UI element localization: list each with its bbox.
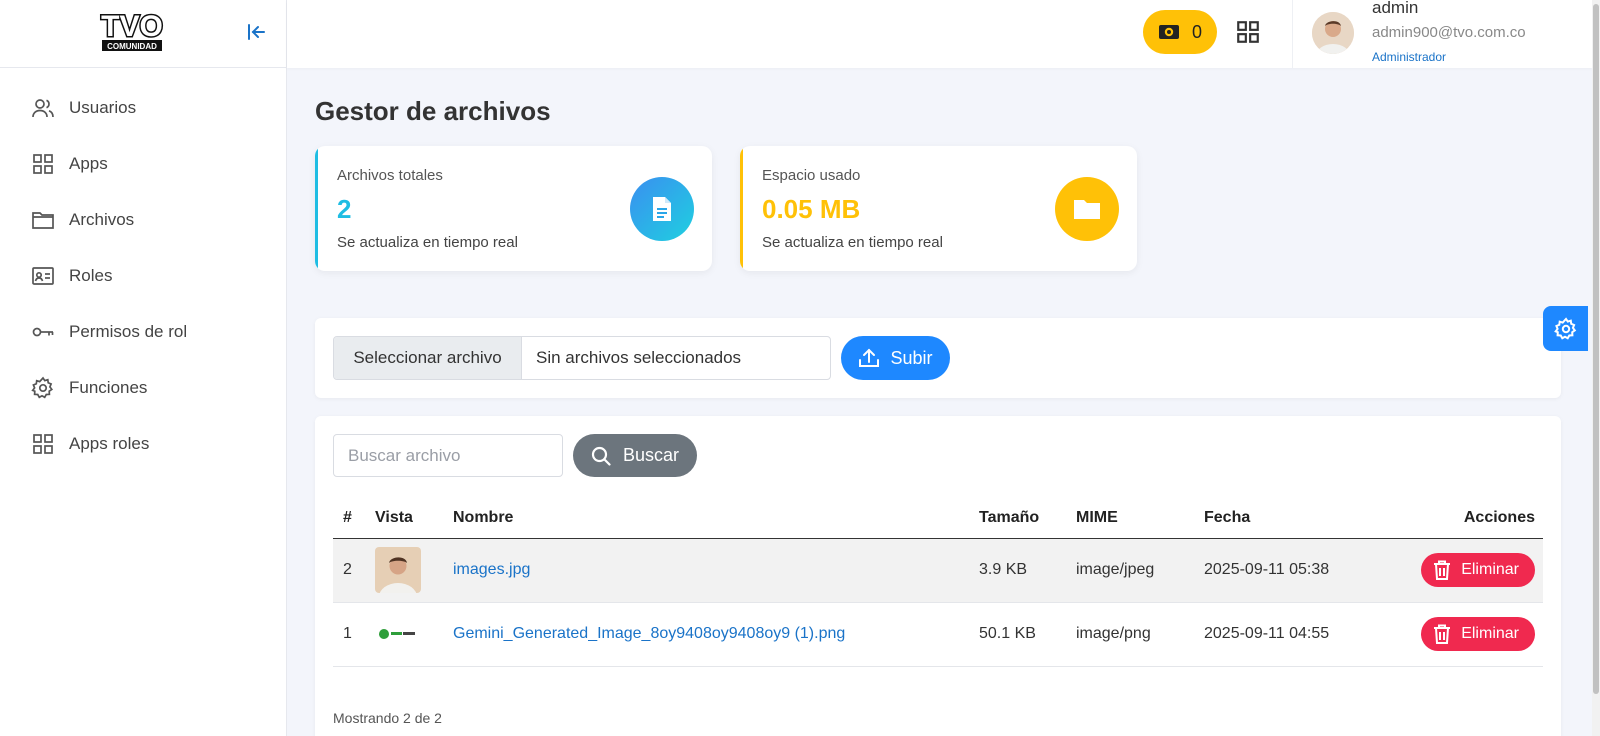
topbar-divider	[1292, 0, 1293, 68]
svg-text:TVO: TVO	[101, 10, 163, 43]
document-icon	[630, 177, 694, 241]
table-row: 2 images.jpg 3.9 KB image/jpeg 2025-09-1…	[333, 538, 1543, 603]
stat-subtext: Se actualiza en tiempo real	[762, 234, 943, 251]
row-num: 2	[333, 538, 375, 603]
upload-button[interactable]: Subir	[841, 336, 950, 380]
key-icon	[31, 320, 55, 344]
sidebar: TVO COMUNIDAD Usuarios Apps Archivos Rol…	[0, 0, 287, 736]
sidebar-item-apps[interactable]: Apps	[0, 136, 286, 192]
col-header-num[interactable]: #	[333, 498, 375, 539]
total-files-card: Archivos totales 2 Se actualiza en tiemp…	[315, 146, 712, 271]
tvo-logo[interactable]: TVO COMUNIDAD	[92, 6, 172, 56]
sidebar-item-label: Apps roles	[69, 434, 150, 453]
user-email: admin900@tvo.com.co	[1372, 24, 1526, 41]
avatar[interactable]	[1312, 12, 1354, 54]
stat-subtext: Se actualiza en tiempo real	[337, 234, 518, 251]
sidebar-item-apps-roles[interactable]: Apps roles	[0, 416, 286, 472]
trash-icon	[1434, 624, 1451, 644]
space-used-card: Espacio usado 0.05 MB Se actualiza en ti…	[740, 146, 1137, 271]
page-scrollbar[interactable]	[1592, 0, 1600, 736]
delete-button[interactable]: Eliminar	[1421, 553, 1535, 587]
sidebar-item-label: Permisos de rol	[69, 322, 188, 341]
file-thumbnail[interactable]	[375, 611, 421, 657]
stat-value: 0.05 MB	[762, 194, 861, 224]
col-header-mime[interactable]: MIME	[1076, 498, 1204, 539]
select-file-button[interactable]: Seleccionar archivo	[334, 337, 522, 379]
table-row: 1 Gemini_Generated_Image_8oy9408oy9408oy…	[333, 602, 1543, 667]
page-title: Gestor de archivos	[315, 96, 551, 126]
sidebar-item-funciones[interactable]: Funciones	[0, 360, 286, 416]
card-accent-bar	[315, 146, 318, 271]
search-button[interactable]: Buscar	[573, 434, 697, 477]
table-header-row: # Vista Nombre Tamaño MIME Fecha Accione…	[333, 498, 1543, 539]
search-button-label: Buscar	[622, 445, 680, 465]
files-table: # Vista Nombre Tamaño MIME Fecha Accione…	[333, 498, 1543, 667]
col-header-acciones: Acciones	[1394, 498, 1543, 539]
file-size: 50.1 KB	[979, 602, 1076, 667]
selected-file-text: Sin archivos seleccionados	[536, 348, 742, 367]
gear-icon	[31, 376, 55, 400]
file-input[interactable]: Seleccionar archivo Sin archivos selecci…	[333, 336, 831, 380]
stat-label: Archivos totales	[337, 167, 443, 184]
file-mime: image/jpeg	[1076, 538, 1204, 603]
col-header-tamano[interactable]: Tamaño	[979, 498, 1076, 539]
sidebar-nav: Usuarios Apps Archivos Roles Permisos de…	[0, 68, 286, 472]
upload-icon	[859, 348, 880, 367]
row-num: 1	[333, 602, 375, 667]
svg-text:COMUNIDAD: COMUNIDAD	[107, 42, 157, 51]
id-card-icon	[31, 264, 55, 288]
file-size: 3.9 KB	[979, 538, 1076, 603]
sidebar-item-label: Roles	[69, 266, 113, 285]
sidebar-item-label: Usuarios	[69, 98, 137, 117]
folder-icon	[1055, 177, 1119, 241]
grid-icon	[31, 152, 55, 176]
folder-icon	[31, 208, 55, 232]
search-input[interactable]	[333, 434, 563, 477]
trash-icon	[1434, 560, 1451, 580]
file-name-link[interactable]: Gemini_Generated_Image_8oy9408oy9408oy9 …	[453, 625, 845, 642]
sidebar-item-usuarios[interactable]: Usuarios	[0, 80, 286, 136]
col-header-nombre[interactable]: Nombre	[453, 498, 979, 539]
topbar: 0 admin admin900@tvo.com.co Administrado…	[287, 0, 1592, 68]
delete-button[interactable]: Eliminar	[1421, 617, 1535, 651]
delete-button-label: Eliminar	[1461, 625, 1519, 642]
user-name: admin	[1372, 0, 1419, 17]
user-role-link[interactable]: Administrador	[1372, 50, 1446, 64]
sidebar-item-label: Archivos	[69, 210, 135, 229]
grid-icon	[31, 432, 55, 456]
sidebar-item-label: Funciones	[69, 378, 148, 397]
eye-icon	[1158, 25, 1179, 39]
col-header-fecha[interactable]: Fecha	[1204, 498, 1394, 539]
views-counter-button[interactable]: 0	[1143, 10, 1217, 54]
scrollbar-thumb[interactable]	[1593, 4, 1599, 694]
col-header-vista[interactable]: Vista	[375, 498, 453, 539]
search-icon	[591, 446, 611, 466]
users-icon	[31, 96, 55, 120]
apps-grid-icon[interactable]	[1235, 19, 1261, 45]
collapse-sidebar-icon[interactable]	[244, 20, 268, 44]
delete-button-label: Eliminar	[1461, 561, 1519, 578]
sidebar-item-archivos[interactable]: Archivos	[0, 192, 286, 248]
stat-value: 2	[337, 194, 352, 224]
sidebar-item-label: Apps	[69, 154, 108, 173]
card-accent-bar	[740, 146, 743, 271]
file-date: 2025-09-11 04:55	[1204, 602, 1394, 667]
files-table-panel: Buscar # Vista Nombre Tamaño MIME Fecha …	[315, 416, 1561, 736]
file-mime: image/png	[1076, 602, 1204, 667]
upload-button-label: Subir	[890, 347, 933, 368]
gear-icon	[1553, 316, 1576, 340]
pagination-status: Mostrando 2 de 2	[333, 710, 442, 726]
sidebar-header: TVO COMUNIDAD	[0, 0, 286, 68]
file-date: 2025-09-11 05:38	[1204, 538, 1394, 603]
file-name-link[interactable]: images.jpg	[453, 561, 530, 578]
settings-button[interactable]	[1543, 306, 1588, 351]
file-thumbnail[interactable]	[375, 547, 421, 593]
stat-label: Espacio usado	[762, 167, 861, 184]
views-count: 0	[1191, 21, 1202, 42]
sidebar-item-permisos[interactable]: Permisos de rol	[0, 304, 286, 360]
sidebar-item-roles[interactable]: Roles	[0, 248, 286, 304]
upload-panel: Seleccionar archivo Sin archivos selecci…	[315, 318, 1561, 398]
